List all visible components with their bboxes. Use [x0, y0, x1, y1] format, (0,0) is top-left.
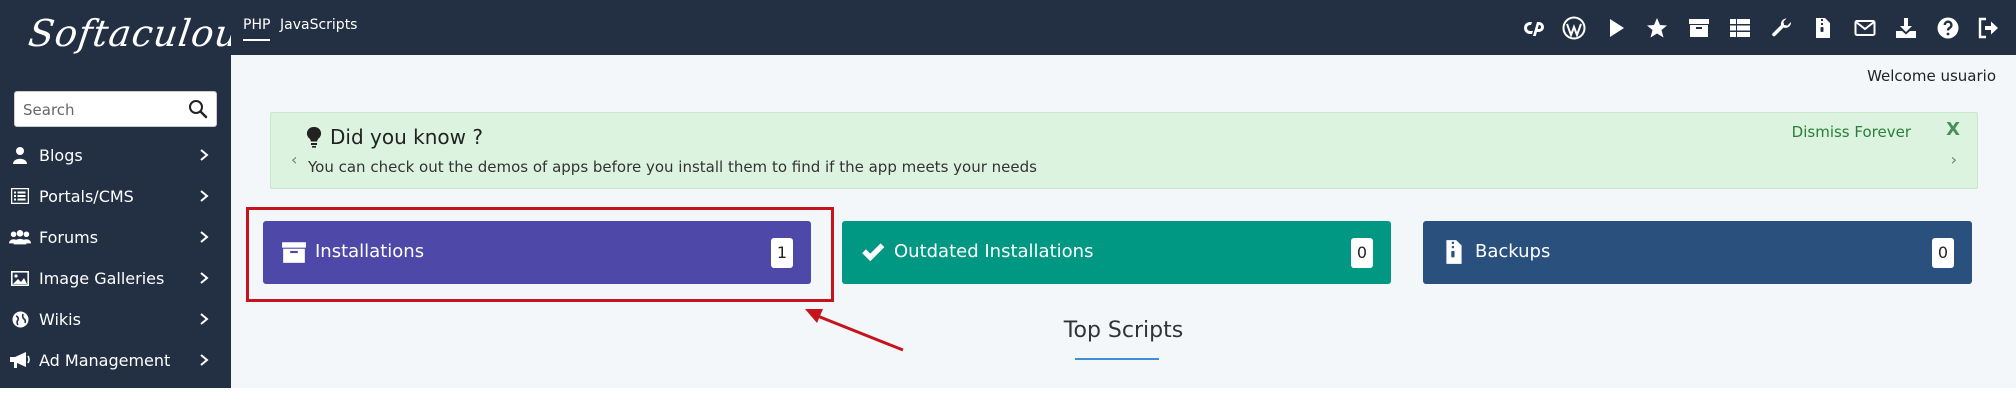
top-navbar: PHP JavaScripts [231, 0, 2016, 55]
file-zip-icon[interactable] [1811, 16, 1835, 40]
did-you-know-banner: Did you know ? You can check out the dem… [270, 112, 1978, 189]
outdated-installations-card[interactable]: Outdated Installations 0 [842, 221, 1391, 284]
count-badge: 0 [1350, 238, 1373, 268]
file-zip-icon [1446, 240, 1462, 264]
check-icon [862, 243, 885, 262]
chevron-right-icon [200, 354, 209, 366]
chevron-right-icon [200, 313, 209, 325]
sidebar: Softaculous Blogs Portals/CMS [0, 0, 263, 388]
main-content: Welcome usuario Did you know ? You can c… [231, 55, 2016, 388]
tab-javascripts[interactable]: JavaScripts [280, 17, 357, 33]
softaculous-logo[interactable]: Softaculous [24, 12, 263, 67]
sidebar-item-label: Ad Management [39, 350, 171, 370]
sidebar-item-image-galleries[interactable]: Image Galleries [0, 259, 231, 297]
globe-icon [9, 309, 31, 329]
wrench-icon[interactable] [1770, 16, 1794, 40]
count-badge: 0 [1931, 238, 1954, 268]
image-icon [9, 268, 31, 288]
help-icon[interactable] [1936, 16, 1960, 40]
logout-icon[interactable] [1976, 16, 2000, 40]
app-frame: Softaculous Blogs Portals/CMS [0, 0, 2016, 388]
wordpress-icon[interactable] [1562, 16, 1586, 40]
star-icon[interactable] [1645, 16, 1669, 40]
download-icon[interactable] [1894, 16, 1918, 40]
search-icon[interactable] [188, 99, 208, 119]
highlight-box [246, 207, 834, 302]
user-icon [9, 145, 31, 165]
section-title-top-scripts: Top Scripts [1063, 318, 1184, 343]
mail-icon[interactable] [1853, 16, 1877, 40]
sidebar-item-label: Image Galleries [39, 268, 165, 288]
megaphone-icon [9, 350, 31, 370]
sidebar-item-label: Blogs [39, 145, 83, 165]
sidebar-item-blogs[interactable]: Blogs [0, 136, 231, 174]
lightbulb-icon [306, 126, 322, 148]
title-underline [1075, 358, 1159, 360]
sidebar-item-wikis[interactable]: Wikis [0, 300, 231, 338]
chevron-right-icon [200, 272, 209, 284]
search-box [14, 91, 217, 127]
did-you-know-title: Did you know ? [330, 125, 483, 149]
cpanel-icon[interactable] [1521, 16, 1545, 40]
chevron-right-icon [200, 149, 209, 161]
sidebar-item-label: Wikis [39, 309, 81, 329]
close-icon[interactable]: X [1946, 119, 1960, 140]
chevron-left-icon[interactable]: ‹ [291, 150, 297, 169]
archive-icon[interactable] [1687, 16, 1711, 40]
sidebar-item-label: Portals/CMS [39, 186, 134, 206]
tab-php[interactable]: PHP [243, 17, 271, 41]
sidebar-item-forums[interactable]: Forums [0, 218, 231, 256]
sidebar-item-portals-cms[interactable]: Portals/CMS [0, 177, 231, 215]
welcome-text: Welcome usuario [1867, 67, 1996, 85]
chevron-right-icon[interactable]: › [1951, 150, 1957, 169]
did-you-know-text: You can check out the demos of apps befo… [308, 158, 1037, 176]
dismiss-forever-link[interactable]: Dismiss Forever [1792, 123, 1911, 141]
users-icon [9, 227, 31, 247]
sidebar-item-label: Forums [39, 227, 99, 247]
play-icon[interactable] [1604, 16, 1628, 40]
grid-icon[interactable] [1728, 16, 1752, 40]
list-icon [9, 186, 31, 206]
sidebar-item-ad-management[interactable]: Ad Management [0, 341, 231, 379]
chevron-right-icon [200, 231, 209, 243]
chevron-right-icon [200, 190, 209, 202]
card-label: Outdated Installations [894, 241, 1094, 262]
card-label: Backups [1475, 241, 1551, 262]
backups-card[interactable]: Backups 0 [1423, 221, 1972, 284]
search-input[interactable] [23, 99, 183, 121]
